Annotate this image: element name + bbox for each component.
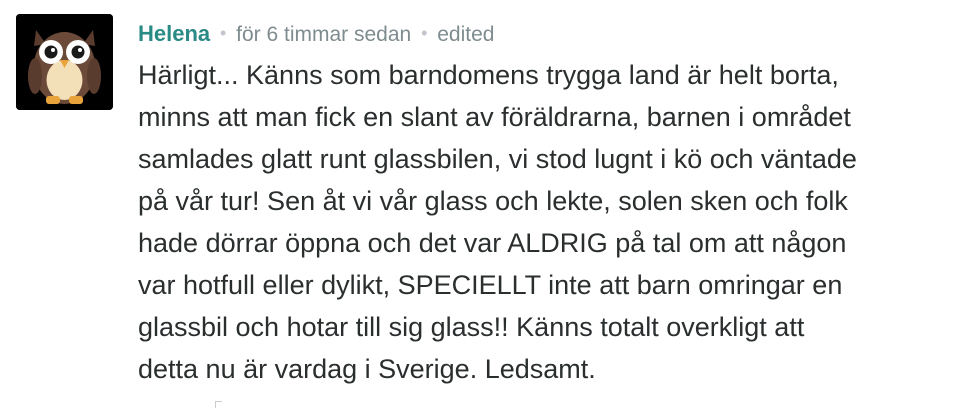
comment-text-line: detta nu är vardag i Sverige. Ledsamt. bbox=[138, 354, 596, 384]
timestamp-link[interactable]: för 6 timmar sedan bbox=[236, 23, 411, 46]
comment-text-line: minns att man fick en slant av föräldrar… bbox=[138, 102, 851, 132]
meta-separator: • bbox=[220, 23, 227, 43]
author-name-link[interactable]: Helena bbox=[138, 21, 210, 46]
comment-text-line: på vår tur! Sen åt vi vår glass och lekt… bbox=[138, 186, 848, 216]
comment-text-line: samlades glatt runt glassbilen, vi stod … bbox=[138, 144, 857, 174]
comment-text-line: var hotfull eller dylikt, SPECIELLT inte… bbox=[138, 270, 843, 300]
comment-text-line: Härligt... Känns som barndomens trygga l… bbox=[138, 60, 839, 90]
comment-meta: Helena • för 6 timmar sedan • edited bbox=[138, 19, 494, 49]
comment-text-line: hade dörrar öppna och det var ALDRIG på … bbox=[138, 228, 847, 258]
owl-avatar-icon[interactable] bbox=[16, 14, 113, 110]
meta-separator: • bbox=[421, 23, 428, 43]
comment-text-line: glassbil och hotar till sig glass!! Känn… bbox=[138, 312, 805, 342]
edited-label: edited bbox=[437, 23, 495, 46]
comment-body: Härligt... Känns som barndomens trygga l… bbox=[138, 54, 948, 390]
comment: Helena • för 6 timmar sedan • edited Här… bbox=[0, 0, 963, 408]
